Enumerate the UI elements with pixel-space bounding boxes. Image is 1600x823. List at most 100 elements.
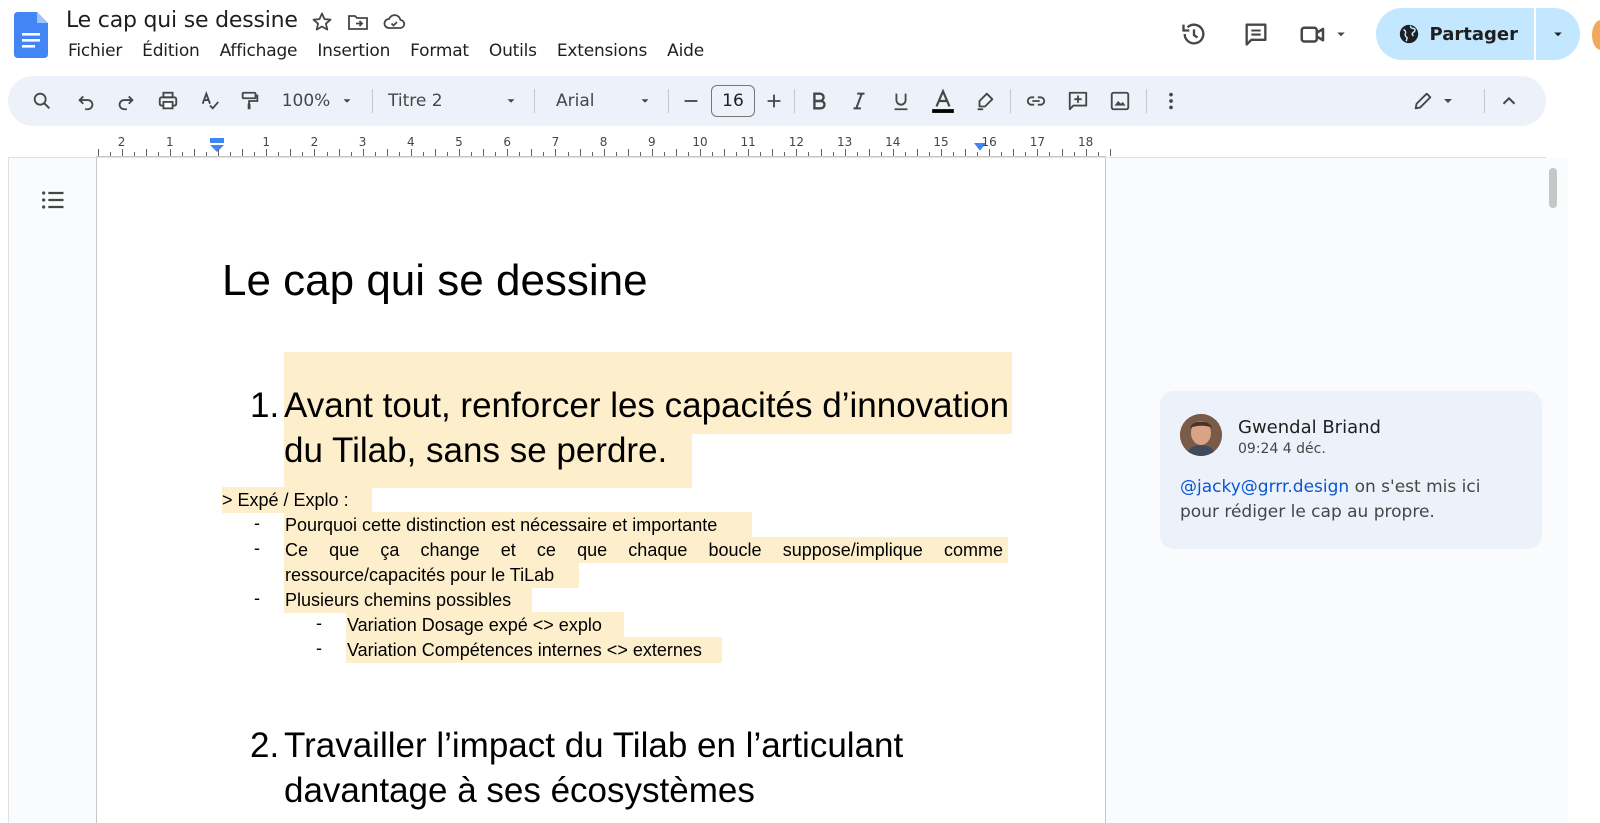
ruler-tick <box>242 149 244 156</box>
ruler-number: 1 <box>262 135 271 149</box>
menu-edition[interactable]: Édition <box>132 41 209 61</box>
horizontal-ruler[interactable]: 2 1 1 2 3 4 5 6 7 8 9 10 11 12 13 14 15 16 17 18 <box>96 134 1111 158</box>
ruler-tick <box>591 152 593 156</box>
ruler-tick <box>543 152 545 156</box>
ruler-tick <box>157 152 159 156</box>
editing-mode-dropdown-icon[interactable] <box>1440 76 1456 126</box>
underline-button[interactable] <box>888 76 914 126</box>
ruler-number: 4 <box>406 135 415 149</box>
bullet-dash: - <box>254 588 260 608</box>
ruler-tick <box>808 152 810 156</box>
expe-explo-label[interactable]: > Expé / Explo : <box>222 488 349 512</box>
highlight-color-button[interactable] <box>972 76 998 126</box>
title-icons <box>310 10 406 34</box>
plus-icon <box>767 94 781 108</box>
ruler-tick <box>290 149 292 156</box>
ruler-tick <box>519 152 521 156</box>
comment-icon <box>1245 23 1267 46</box>
left-indent-marker-icon[interactable] <box>210 138 224 152</box>
style-dropdown-icon[interactable] <box>504 76 518 126</box>
zoom-select[interactable]: 100% <box>280 76 332 126</box>
toolbar-divider <box>372 89 373 113</box>
list-item[interactable]: Ce que ça change et ce que chaque boucle… <box>285 538 1003 562</box>
menu-aide[interactable]: Aide <box>657 41 714 61</box>
search-menus-button[interactable] <box>26 76 58 126</box>
video-camera-icon <box>1300 26 1324 43</box>
ruler-tick <box>1001 152 1003 156</box>
zoom-dropdown-icon[interactable] <box>340 76 354 126</box>
sub-list-item[interactable]: Variation Dosage expé <> explo <box>347 613 602 637</box>
sub-list-item[interactable]: Variation Compétences internes <> extern… <box>347 638 702 662</box>
comment-text: on s'est mis ici <box>1349 477 1481 497</box>
menu-affichage[interactable]: Affichage <box>210 41 308 61</box>
editing-mode-button[interactable] <box>1408 76 1438 126</box>
toolbar-divider <box>1146 89 1147 113</box>
version-history-button[interactable] <box>1174 14 1214 54</box>
list-item[interactable]: Plusieurs chemins possibles <box>285 588 511 612</box>
insert-image-button[interactable] <box>1106 76 1134 126</box>
menu-fichier[interactable]: Fichier <box>58 41 132 61</box>
italic-button[interactable] <box>846 76 872 126</box>
decrease-font-size-button[interactable] <box>678 76 704 126</box>
paint-format-button[interactable] <box>234 76 266 126</box>
cloud-saved-icon[interactable] <box>382 10 406 34</box>
redo-button[interactable] <box>110 76 142 126</box>
ruler-tick <box>531 149 533 156</box>
insert-link-button[interactable] <box>1022 76 1050 126</box>
ruler-tick <box>1061 149 1063 156</box>
ruler-tick <box>627 149 629 156</box>
meet-button[interactable] <box>1298 19 1350 49</box>
list-item-continuation[interactable]: ressource/capacités pour le TiLab <box>285 563 554 587</box>
comment-card[interactable]: Gwendal Briand 09:24 4 déc. @jacky@grrr.… <box>1160 391 1542 549</box>
print-icon <box>158 91 178 110</box>
menu-extensions[interactable]: Extensions <box>547 41 657 61</box>
toolbar-divider <box>794 89 795 113</box>
undo-button[interactable] <box>70 76 102 126</box>
font-select[interactable]: Arial <box>556 76 606 126</box>
increase-font-size-button[interactable] <box>761 76 787 126</box>
more-options-button[interactable] <box>1158 76 1184 126</box>
document-heading[interactable]: Le cap qui se dessine <box>222 256 648 306</box>
font-size-input[interactable]: 16 <box>711 85 755 117</box>
vertical-scrollbar[interactable] <box>1546 158 1568 823</box>
menu-insertion[interactable]: Insertion <box>307 41 400 61</box>
ruler-tick <box>663 152 665 156</box>
hide-menus-button[interactable] <box>1496 76 1522 126</box>
ruler-number: 9 <box>647 135 656 149</box>
avatar-photo-icon <box>1180 414 1222 456</box>
docs-logo-icon[interactable] <box>14 12 48 58</box>
section1-line2[interactable]: du Tilab, sans se perdre. <box>284 429 667 473</box>
ruler-number: 7 <box>551 135 560 149</box>
comments-button[interactable] <box>1236 14 1276 54</box>
section2-line2[interactable]: davantage à ses écosystèmes <box>284 769 755 813</box>
font-dropdown-icon[interactable] <box>638 76 652 126</box>
list-item[interactable]: Pourquoi cette distinction est nécessair… <box>285 513 717 537</box>
share-button[interactable]: Partager <box>1375 8 1534 60</box>
ruler-number: 11 <box>740 135 756 149</box>
document-outline-icon[interactable] <box>39 186 67 214</box>
share-dropdown-button[interactable] <box>1536 8 1580 60</box>
scrollbar-thumb[interactable] <box>1549 168 1557 208</box>
spellcheck-button[interactable] <box>194 76 226 126</box>
comment-mention-link[interactable]: @jacky@grrr.design <box>1180 477 1349 497</box>
comment-timestamp: 09:24 4 déc. <box>1238 441 1326 457</box>
ruler-tick <box>700 149 701 156</box>
move-to-folder-icon[interactable] <box>346 10 370 34</box>
toolbar-divider <box>1010 89 1011 113</box>
ruler-tick <box>856 152 858 156</box>
section2-line1[interactable]: Travailler l’impact du Tilab en l’articu… <box>284 724 903 768</box>
ruler-tick <box>1073 152 1075 156</box>
menu-outils[interactable]: Outils <box>479 41 547 61</box>
section1-line1[interactable]: Avant tout, renforcer les capacités d’in… <box>284 384 1009 428</box>
print-button[interactable] <box>152 76 184 126</box>
document-title[interactable]: Le cap qui se dessine <box>66 8 298 33</box>
menu-format[interactable]: Format <box>400 41 479 61</box>
ruler-number: 5 <box>455 135 463 149</box>
add-comment-button[interactable] <box>1064 76 1092 126</box>
star-icon[interactable] <box>310 10 334 34</box>
commenter-avatar <box>1180 414 1222 456</box>
text-color-button[interactable] <box>928 76 958 126</box>
bold-button[interactable] <box>806 76 832 126</box>
style-select[interactable]: Titre 2 <box>388 76 448 126</box>
ruler-tick <box>844 149 846 156</box>
